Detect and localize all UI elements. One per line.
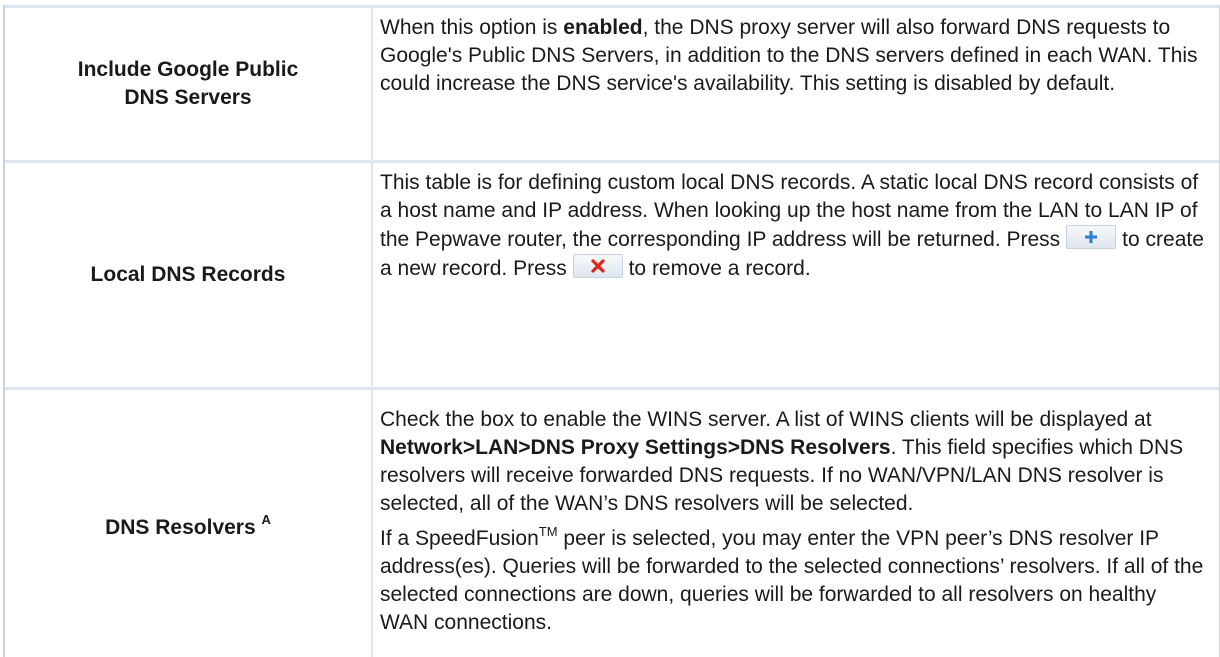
- row-include-google-dns: Include Google Public DNS Servers When t…: [5, 5, 1219, 160]
- settings-table: Include Google Public DNS Servers When t…: [3, 5, 1220, 657]
- label-line-1: Include Google Public: [77, 58, 299, 81]
- row-description: When this option is enabled, the DNS pro…: [371, 8, 1219, 160]
- add-record-button[interactable]: [1066, 225, 1117, 249]
- row-label: Local DNS Records: [90, 263, 286, 286]
- red-x-icon: [590, 259, 605, 273]
- desc-text: Check the box to enable the WINS server.…: [380, 408, 1152, 431]
- desc-text: If a SpeedFusion: [380, 527, 539, 550]
- row-label: DNS Resolvers A: [5, 390, 371, 657]
- desc-bold-path: Network>LAN>DNS Proxy Settings>DNS Resol…: [380, 436, 891, 459]
- row-dns-resolvers: DNS Resolvers A Check the box to enable …: [5, 387, 1219, 657]
- label-superscript: A: [261, 511, 271, 527]
- desc-paragraph-2: If a SpeedFusionTM peer is selected, you…: [380, 518, 1205, 637]
- row-description: This table is for defining custom local …: [371, 163, 1219, 387]
- label-line-2: DNS Servers: [124, 86, 252, 109]
- label-text: DNS Resolvers: [105, 515, 256, 539]
- plus-icon: [1085, 231, 1098, 243]
- trademark-superscript: TM: [538, 524, 558, 539]
- row-local-dns-records: Local DNS Records This table is for defi…: [5, 160, 1219, 387]
- desc-text: to remove a record.: [628, 257, 811, 280]
- remove-record-button[interactable]: [572, 254, 623, 278]
- row-label: Include Google Public DNS Servers: [5, 8, 371, 160]
- desc-paragraph-1: Check the box to enable the WINS server.…: [380, 406, 1205, 518]
- desc-text: When this option is: [380, 16, 564, 39]
- desc-bold: enabled: [563, 16, 643, 39]
- row-description: Check the box to enable the WINS server.…: [371, 390, 1219, 657]
